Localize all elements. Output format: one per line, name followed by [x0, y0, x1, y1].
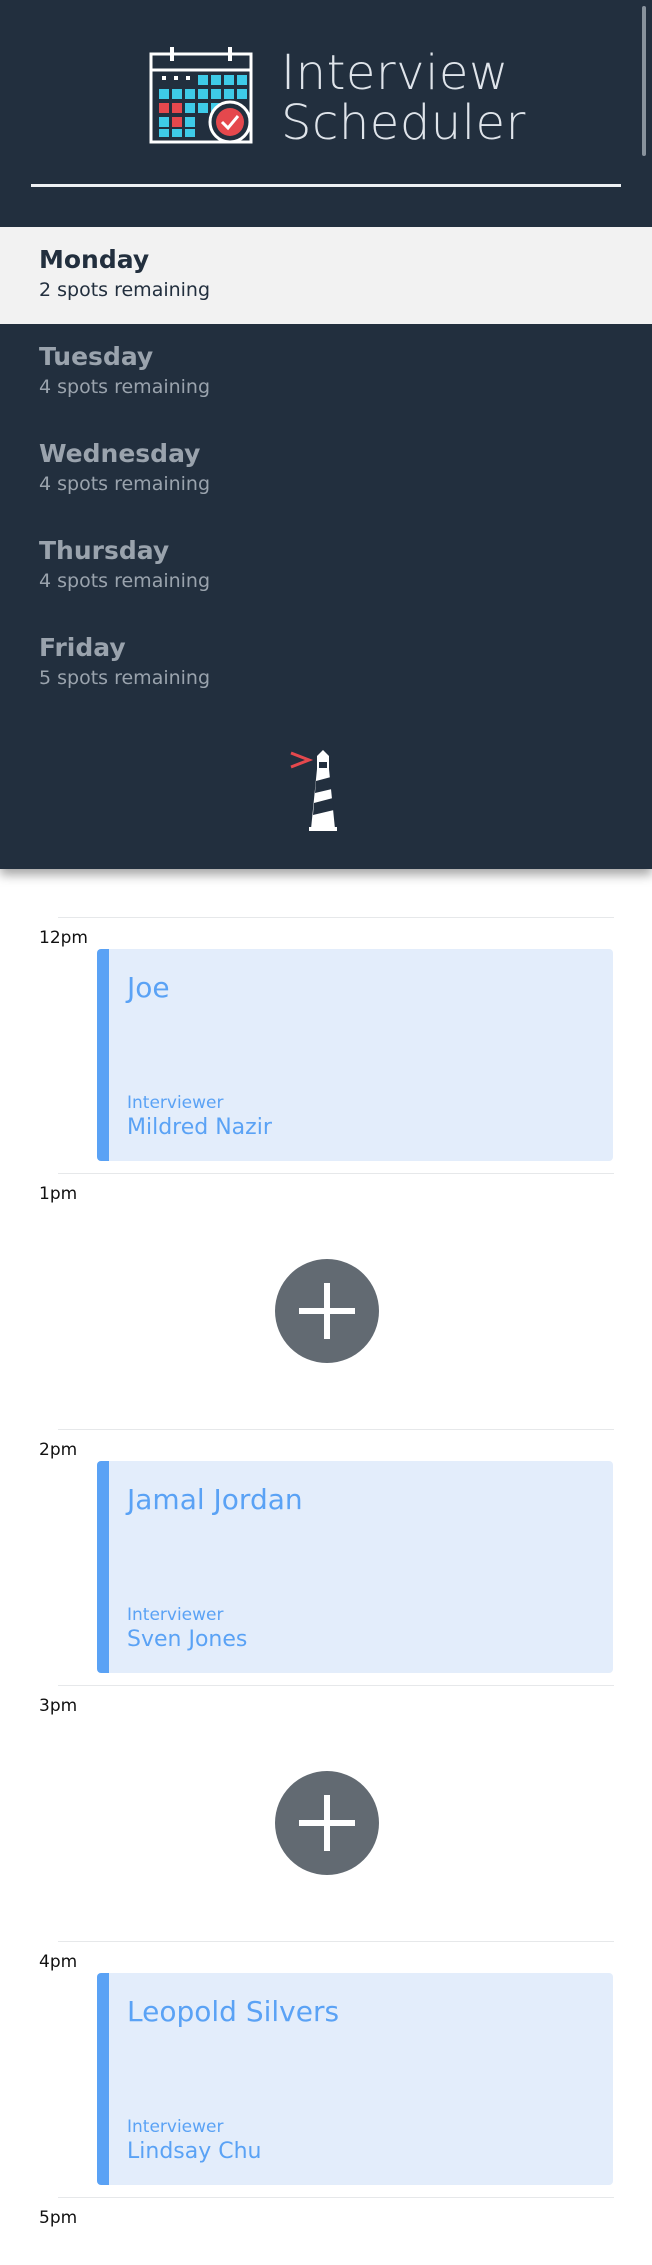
slot-divider — [58, 2197, 614, 2198]
day-spots-remaining: 4 spots remaining — [39, 473, 211, 495]
interviewer-label: Interviewer — [127, 1093, 224, 1113]
app-title: Interview Scheduler — [281, 48, 526, 148]
add-appointment-button[interactable] — [275, 1771, 379, 1875]
student-name: Leopold Silvers — [127, 1995, 340, 2028]
day-spots-remaining: 4 spots remaining — [39, 376, 211, 398]
time-slot-4pm: 4pm Leopold Silvers Interviewer Lindsay … — [0, 1941, 652, 2197]
brand-header: Interview Scheduler — [0, 0, 652, 190]
day-item-monday[interactable]: Monday 2 spots remaining — [0, 227, 652, 324]
appointment-card[interactable]: Jamal Jordan Interviewer Sven Jones — [97, 1461, 613, 1673]
slot-time: 1pm — [39, 1184, 78, 1204]
slot-divider — [58, 1429, 614, 1430]
time-slot-1pm: 1pm — [0, 1173, 652, 1429]
student-name: Jamal Jordan — [127, 1483, 303, 1516]
appointment-card[interactable]: Joe Interviewer Mildred Nazir — [97, 949, 613, 1161]
day-item-wednesday[interactable]: Wednesday 4 spots remaining — [0, 421, 652, 518]
header-divider — [31, 184, 621, 187]
time-slot-5pm: 5pm — [0, 2197, 652, 2257]
slot-time: 12pm — [39, 928, 88, 948]
day-item-friday[interactable]: Friday 5 spots remaining — [0, 615, 652, 712]
slot-divider — [58, 1685, 614, 1686]
day-name: Wednesday — [39, 439, 201, 468]
slot-time: 3pm — [39, 1696, 78, 1716]
interviewer-name: Mildred Nazir — [127, 1115, 272, 1140]
day-item-tuesday[interactable]: Tuesday 4 spots remaining — [0, 324, 652, 421]
sidebar: Interview Scheduler Monday 2 spots remai… — [0, 0, 652, 869]
slot-time: 2pm — [39, 1440, 78, 1460]
plus-icon — [299, 1283, 355, 1339]
interviewer-label: Interviewer — [127, 2117, 224, 2137]
appointment-card[interactable]: Leopold Silvers Interviewer Lindsay Chu — [97, 1973, 613, 2185]
day-spots-remaining: 4 spots remaining — [39, 570, 211, 592]
time-slot-3pm: 3pm — [0, 1685, 652, 1941]
day-name: Monday — [39, 245, 150, 274]
calendar-check-icon — [149, 47, 253, 144]
add-appointment-button[interactable] — [275, 1259, 379, 1363]
app-title-line-2: Scheduler — [281, 95, 526, 151]
student-name: Joe — [127, 971, 170, 1004]
day-spots-remaining: 5 spots remaining — [39, 667, 211, 689]
time-slot-2pm: 2pm Jamal Jordan Interviewer Sven Jones — [0, 1429, 652, 1685]
app-title-line-1: Interview — [281, 45, 509, 101]
day-list: Monday 2 spots remaining Tuesday 4 spots… — [0, 227, 652, 712]
interviewer-label: Interviewer — [127, 1605, 224, 1625]
day-name: Tuesday — [39, 342, 154, 371]
time-slot-12pm: 12pm Joe Interviewer Mildred Nazir — [0, 917, 652, 1173]
slot-divider — [58, 917, 614, 918]
slot-divider — [58, 1941, 614, 1942]
interviewer-name: Lindsay Chu — [127, 2139, 262, 2164]
day-name: Friday — [39, 633, 126, 662]
day-item-thursday[interactable]: Thursday 4 spots remaining — [0, 518, 652, 615]
interviewer-name: Sven Jones — [127, 1627, 248, 1652]
plus-icon — [299, 1795, 355, 1851]
day-spots-remaining: 2 spots remaining — [39, 279, 211, 301]
slot-time: 5pm — [39, 2208, 78, 2228]
slot-divider — [58, 1173, 614, 1174]
slot-time: 4pm — [39, 1952, 78, 1972]
day-name: Thursday — [39, 536, 170, 565]
lighthouse-icon — [290, 750, 337, 831]
